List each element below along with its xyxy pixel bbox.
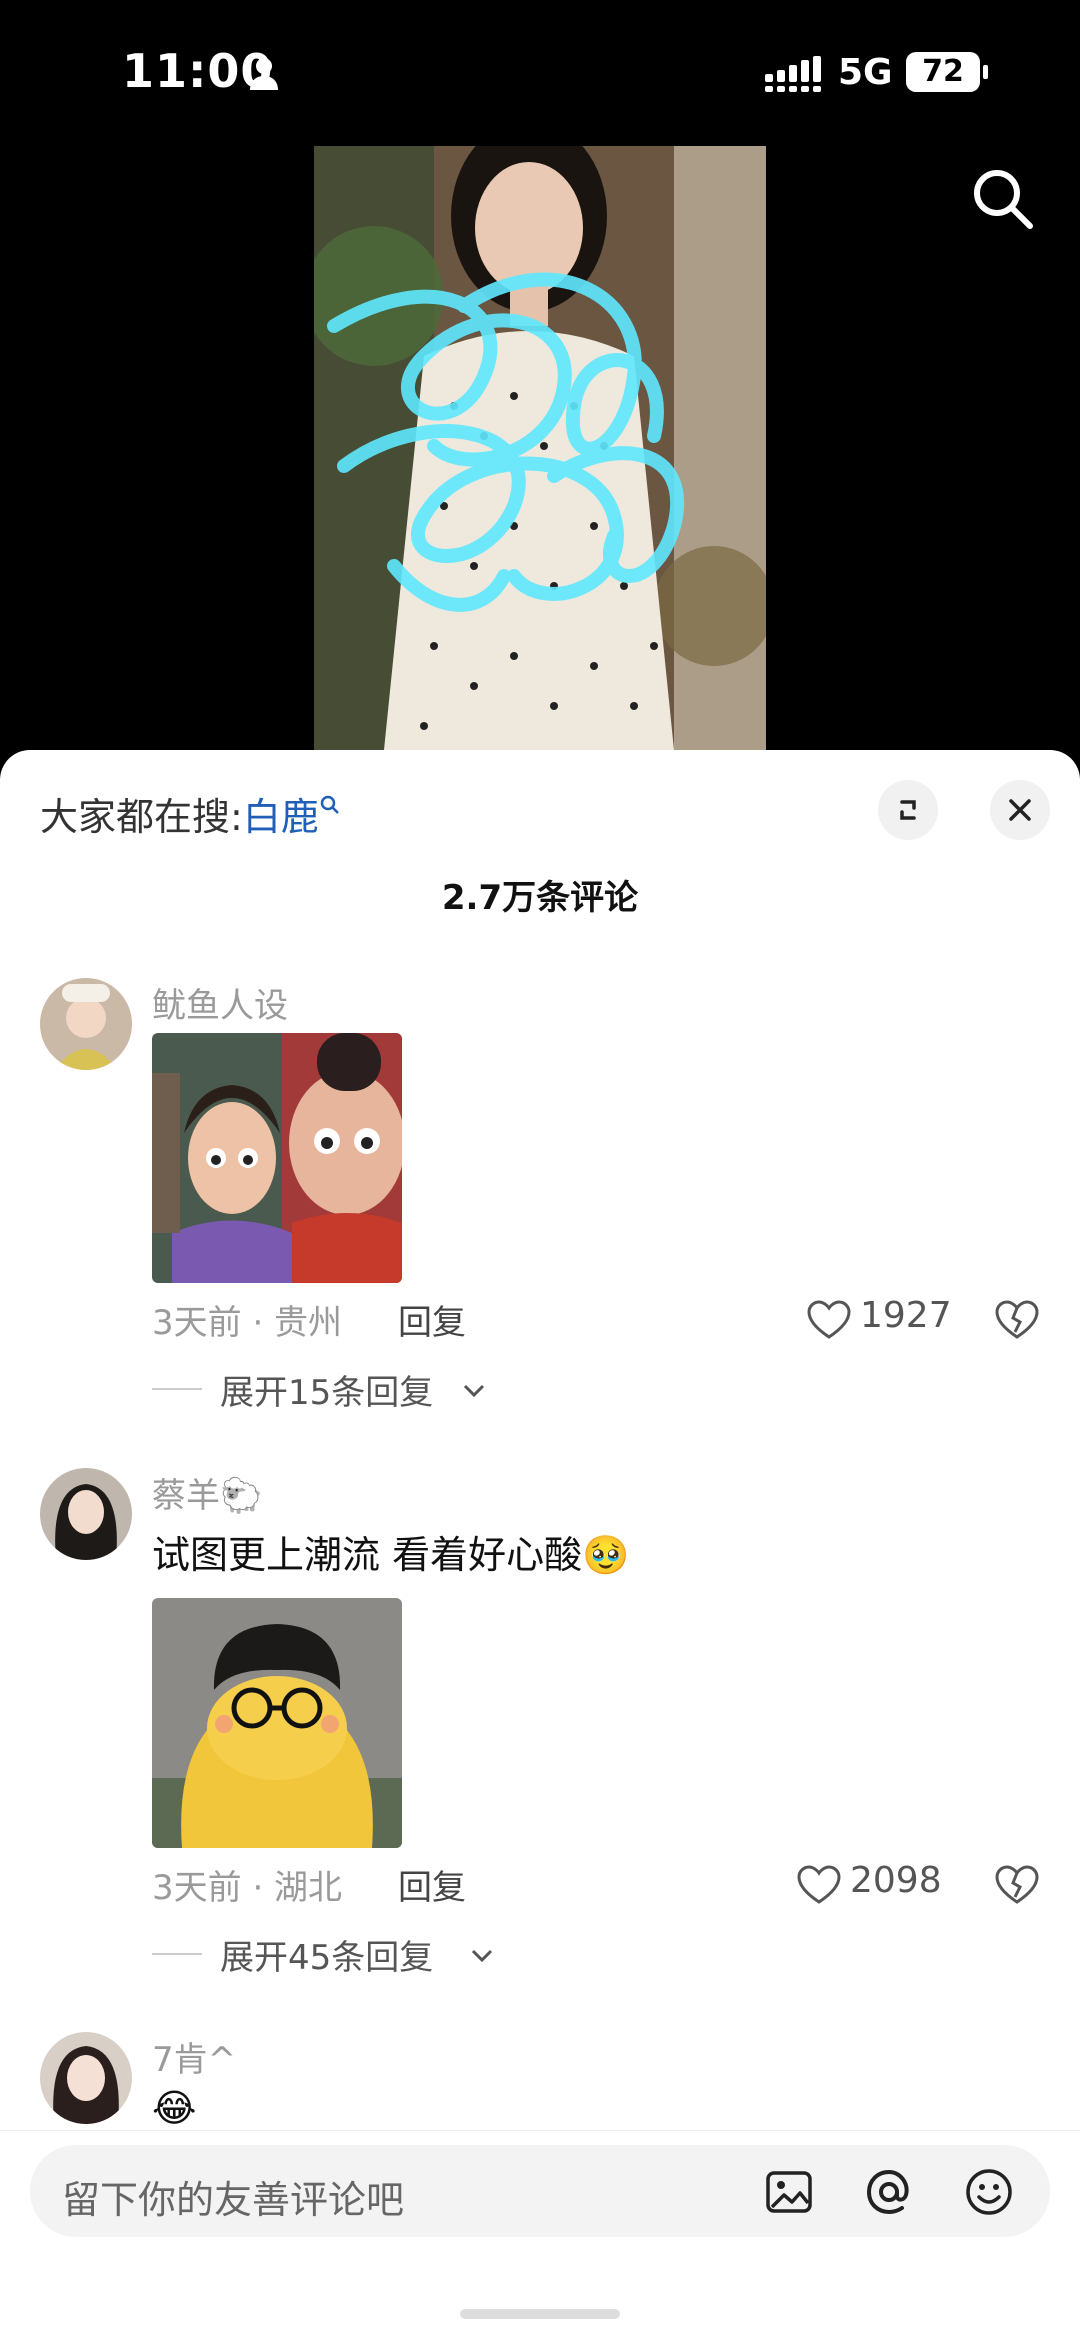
- network-type: 5G: [838, 52, 893, 93]
- comment-text: 试图更上潮流 看着好心酸🥹: [152, 1533, 630, 1577]
- avatar[interactable]: [40, 978, 132, 1070]
- battery-indicator: 72: [906, 52, 988, 92]
- search-icon[interactable]: [970, 166, 1034, 230]
- chevron-down-icon[interactable]: [470, 1948, 494, 1964]
- comment-input-bar: 留下你的友善评论吧: [0, 2130, 1080, 2341]
- comment-image[interactable]: [152, 1598, 402, 1848]
- hot-search[interactable]: 大家都在搜:白鹿: [40, 786, 341, 841]
- reply-button[interactable]: 回复: [398, 1295, 466, 1344]
- divider: [152, 1953, 202, 1955]
- small-search-icon: [320, 796, 339, 815]
- avatar[interactable]: [40, 1468, 132, 1560]
- dislike-icon[interactable]: [994, 1864, 1040, 1906]
- close-button[interactable]: [990, 780, 1050, 840]
- expand-icon: [900, 800, 916, 820]
- person-icon: [250, 58, 278, 90]
- comment-count: 2.7万条评论: [441, 878, 639, 918]
- like-count: 2098: [850, 1860, 942, 1901]
- comment-image[interactable]: [152, 1033, 402, 1283]
- comment-text: 😂: [152, 2086, 197, 2130]
- video-frame: [314, 146, 766, 750]
- hot-search-prefix: 大家都在搜:: [40, 795, 243, 839]
- comment-sheet: 大家都在搜:白鹿 2.7万条评论 鱿鱼人设 3天前 · 贵州 回复 1927 展…: [0, 750, 1080, 2340]
- comment-username[interactable]: 7肯^: [152, 2032, 236, 2081]
- video-player[interactable]: [314, 146, 766, 750]
- avatar[interactable]: [40, 2032, 132, 2124]
- expand-replies[interactable]: 展开45条回复: [220, 1930, 433, 1979]
- heart-icon[interactable]: [796, 1864, 842, 1906]
- comment-meta: 3天前 · 湖北: [152, 1868, 343, 1908]
- comment-meta: 3天前 · 贵州: [152, 1303, 343, 1343]
- divider: [152, 1388, 202, 1390]
- hot-search-keyword[interactable]: 白鹿: [243, 795, 319, 839]
- comment-input[interactable]: 留下你的友善评论吧: [30, 2145, 1050, 2237]
- home-indicator: [460, 2309, 620, 2319]
- image-icon[interactable]: [764, 2167, 814, 2217]
- close-icon: [1009, 799, 1031, 821]
- emoji-icon[interactable]: [964, 2167, 1014, 2217]
- signal-icon: [765, 56, 821, 92]
- expand-button[interactable]: [878, 780, 938, 840]
- comment-username[interactable]: 蔡羊🐑: [152, 1468, 262, 1517]
- expand-replies[interactable]: 展开15条回复: [220, 1365, 433, 1414]
- reply-button[interactable]: 回复: [398, 1860, 466, 1909]
- heart-icon[interactable]: [806, 1299, 852, 1341]
- at-icon[interactable]: [864, 2167, 914, 2217]
- comment-input-placeholder: 留下你的友善评论吧: [62, 2178, 405, 2222]
- like-count: 1927: [860, 1295, 952, 1336]
- comment-username[interactable]: 鱿鱼人设: [152, 978, 288, 1027]
- status-bar: 11:00 5G 72: [0, 0, 1080, 140]
- dislike-icon[interactable]: [994, 1299, 1040, 1341]
- chevron-down-icon[interactable]: [462, 1383, 486, 1399]
